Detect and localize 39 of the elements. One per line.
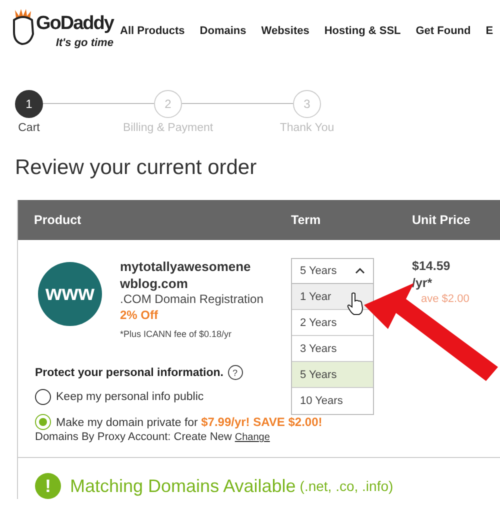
step-number[interactable]: 1	[15, 90, 43, 118]
extensions-text: (.net, .co, .info)	[300, 478, 394, 494]
nav-link[interactable]: All Products	[120, 25, 185, 37]
icon-label: www	[45, 282, 94, 306]
step-label: Billing & Payment	[122, 122, 214, 134]
account-text: Domains By Proxy Account: Create New	[35, 431, 232, 443]
step-label: Thank You	[280, 122, 334, 134]
hand-cursor-icon	[346, 292, 364, 316]
radio-label: Keep my personal info public	[56, 391, 204, 403]
nav-link[interactable]: E	[486, 25, 494, 37]
column-header: Term	[291, 213, 322, 227]
section-heading: Protect your personal information.	[35, 366, 224, 378]
section-heading: Matching Domains Available	[70, 476, 296, 496]
nav-link[interactable]: Domains	[200, 25, 246, 37]
step-label: Cart	[18, 122, 40, 134]
dropdown-option[interactable]: 5 Years	[292, 362, 373, 388]
change-link[interactable]: Change	[234, 432, 270, 443]
radio-button[interactable]	[35, 389, 51, 405]
term-dropdown[interactable]: 5 Years	[291, 258, 374, 284]
alert-icon: !	[35, 473, 61, 499]
dropdown-option[interactable]: 10 Years	[292, 388, 373, 414]
nav-link[interactable]: Get Found	[416, 25, 471, 37]
domain-name: mytotallyawesomenewblog.com	[120, 258, 252, 292]
radio-label: Make my domain private for $7.99/yr! SAVE $2.00!	[56, 415, 322, 429]
tagline: It's go time	[56, 37, 114, 49]
logo-figure-icon	[10, 8, 36, 46]
nav-link[interactable]: Hosting & SSL	[324, 25, 401, 37]
fee-note: *Plus ICANN fee of $0.18/yr	[120, 329, 233, 339]
brand-logo[interactable]: GoDaddy	[36, 10, 114, 38]
discount-label: 2% Off	[120, 307, 160, 323]
nav-link[interactable]: Websites	[261, 25, 310, 37]
column-header: Unit Price	[412, 213, 472, 227]
unit-price: $14.59 /yr*	[412, 258, 452, 292]
page-title: Review your current order	[15, 155, 258, 181]
savings-text: ave $2.00	[421, 293, 470, 305]
caret-up-icon	[355, 268, 365, 274]
radio-button[interactable]	[35, 414, 51, 430]
help-icon[interactable]: ?	[228, 365, 242, 380]
column-header: Product	[34, 213, 82, 227]
